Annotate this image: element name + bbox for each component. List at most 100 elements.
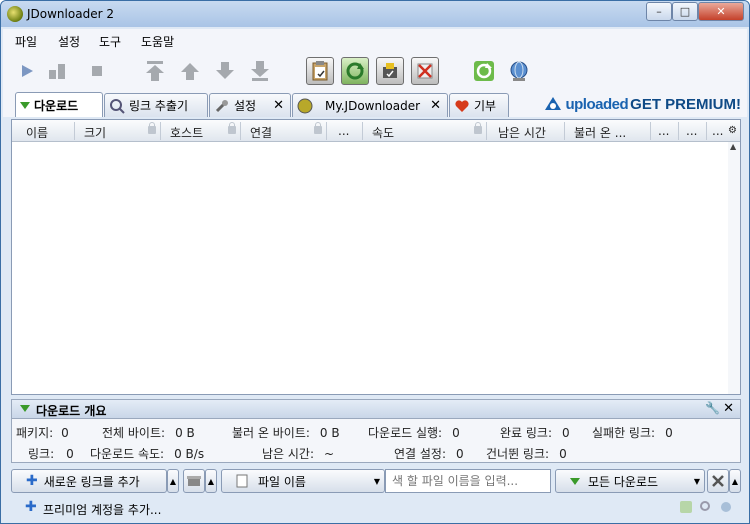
move-bottom-icon <box>251 61 269 81</box>
downloads-table: 이름 크기 호스트 연결 ... 속도 남은 시간 불러 온 ... ... .… <box>11 119 741 395</box>
close-button[interactable]: ✕ <box>698 2 744 21</box>
premium-icon <box>383 63 397 78</box>
add-premium-account-link[interactable]: 프리미엄 계정을 추가... <box>43 501 161 518</box>
menu-tools[interactable]: 도구 <box>99 33 121 50</box>
add-links-menu-button[interactable]: ▲ <box>167 469 179 493</box>
stat-failed-links: 실패한 링크: 0 <box>592 426 673 440</box>
tab-linkgrabber-label: 링크 추출기 <box>129 99 189 113</box>
menu-settings[interactable]: 설정 <box>58 33 80 50</box>
column-more-1[interactable]: ... <box>338 124 349 138</box>
move-up-button[interactable] <box>176 57 204 85</box>
tools-icon <box>712 475 724 487</box>
scroll-up-icon[interactable]: ▲ <box>730 142 736 151</box>
premium-brand: uploaded <box>565 95 629 113</box>
tab-settings-close-icon[interactable]: ✕ <box>273 98 284 113</box>
stop-icon <box>92 66 102 76</box>
reconnect-status-icon[interactable] <box>679 500 693 514</box>
column-name[interactable]: 이름 <box>26 124 48 141</box>
column-hoster[interactable]: 호스트 <box>170 124 203 141</box>
column-more-2[interactable]: ... <box>658 124 669 138</box>
add-account-plus-icon: ✚ <box>25 499 37 515</box>
download-arrow-icon <box>570 477 580 485</box>
tab-linkgrabber[interactable]: 링크 추출기 <box>104 93 208 117</box>
column-eta[interactable]: 남은 시간 <box>498 124 546 141</box>
linkgrabber-icon <box>110 98 125 114</box>
column-separator <box>74 122 75 140</box>
tab-donate[interactable]: 기부 <box>449 93 509 117</box>
menu-help[interactable]: 도움말 <box>141 33 174 50</box>
overview-title: 다운로드 개요 <box>36 404 107 418</box>
minimize-button[interactable]: – <box>646 2 672 21</box>
column-more-4[interactable]: ... <box>712 124 723 138</box>
stat-running-downloads: 다운로드 실행: 0 <box>368 426 460 440</box>
column-speed[interactable]: 속도 <box>372 124 394 141</box>
reconnect-button[interactable] <box>470 57 498 85</box>
package-view-menu-button[interactable]: ▲ <box>205 469 217 493</box>
maximize-button[interactable]: □ <box>672 2 698 21</box>
column-lock-icon <box>314 122 322 134</box>
stat-download-speed: 다운로드 속도: 0 B/s <box>90 447 205 461</box>
premium-toggle[interactable] <box>376 57 404 85</box>
overview-close-icon[interactable]: ✕ <box>723 401 734 416</box>
menu-file[interactable]: 파일 <box>15 33 37 50</box>
download-filter-label: 모든 다운로드 <box>588 474 659 489</box>
tab-downloads[interactable]: 다운로드 <box>15 92 103 117</box>
play-icon <box>22 65 33 77</box>
column-lock-icon <box>148 122 156 134</box>
move-down-button[interactable] <box>211 57 239 85</box>
column-separator <box>564 122 565 140</box>
tab-myjdownloader-close-icon[interactable]: ✕ <box>430 98 441 113</box>
start-downloads-button[interactable] <box>13 57 41 85</box>
column-connections[interactable]: 연결 <box>250 124 272 141</box>
column-loaded[interactable]: 불러 온 ... <box>574 124 626 141</box>
bottom-settings-button[interactable] <box>707 469 729 493</box>
download-overview-panel: 다운로드 개요 🔧 ✕ 패키지: 0 전체 바이트: 0 B 불러 온 바이트: 0 … <box>11 399 741 463</box>
update-status-icon[interactable] <box>719 500 733 514</box>
column-separator <box>650 122 651 140</box>
update-button[interactable] <box>505 57 533 85</box>
status-bar: ✚ 프리미엄 계정을 추가... <box>11 497 743 519</box>
title-bar: JDownloader 2 – □ ✕ <box>1 1 749 27</box>
bottom-settings-menu-button[interactable]: ▲ <box>729 469 741 493</box>
stat-eta: 남은 시간: ~ <box>262 447 335 461</box>
jdownloader-logo-icon <box>7 6 23 22</box>
column-more-3[interactable]: ... <box>686 124 697 138</box>
add-links-label: 새로운 링크를 추가 <box>43 474 140 489</box>
toolbar <box>3 51 747 91</box>
column-config-gear-icon[interactable]: ⚙ <box>728 125 737 136</box>
menu-bar: 파일 설정 도구 도움말 <box>3 29 747 51</box>
reconnect-now-icon <box>474 61 494 81</box>
table-header: 이름 크기 호스트 연결 ... 속도 남은 시간 불러 온 ... ... .… <box>12 120 740 142</box>
column-size[interactable]: 크기 <box>84 124 106 141</box>
move-to-bottom-button[interactable] <box>246 57 274 85</box>
column-separator <box>362 122 363 140</box>
uploaded-premium-banner[interactable]: uploaded GET PREMIUM! <box>543 94 741 114</box>
tab-myjdownloader[interactable]: My.JDownloader ✕ <box>292 93 448 117</box>
stat-links: 링크: 0 <box>28 447 74 461</box>
column-separator <box>706 122 707 140</box>
add-links-button[interactable]: ✚ 새로운 링크를 추가 <box>11 469 167 493</box>
search-input[interactable] <box>385 469 551 493</box>
heart-icon <box>455 99 469 112</box>
silent-mode-toggle[interactable] <box>411 57 439 85</box>
package-view-button[interactable] <box>183 469 205 493</box>
tab-donate-label: 기부 <box>474 99 497 113</box>
stop-downloads-button[interactable] <box>83 57 111 85</box>
clipboard-observer-toggle[interactable] <box>306 57 334 85</box>
chevron-down-icon: ▼ <box>693 476 700 486</box>
auto-reconnect-toggle[interactable] <box>341 57 369 85</box>
download-filter-selector[interactable]: 모든 다운로드 ▼ <box>555 469 705 493</box>
search-field-selector[interactable]: 파일 이름 ▼ <box>221 469 385 493</box>
package-icon <box>187 476 201 486</box>
tab-settings[interactable]: 설정 ✕ <box>209 93 291 117</box>
download-arrow-icon <box>20 101 30 109</box>
stat-packages: 패키지: 0 <box>16 426 69 440</box>
update-globe-icon <box>510 61 528 81</box>
linkgrabber-status-icon[interactable] <box>699 500 713 514</box>
app-window: JDownloader 2 – □ ✕ 파일 설정 도구 도움말 다운로드 링크… <box>0 0 750 524</box>
table-scrollbar[interactable]: ▲ <box>728 142 740 394</box>
overview-settings-wrench-icon[interactable]: 🔧 <box>705 401 720 415</box>
move-to-top-button[interactable] <box>141 57 169 85</box>
wrench-icon <box>215 99 228 112</box>
pause-downloads-button[interactable] <box>43 57 71 85</box>
